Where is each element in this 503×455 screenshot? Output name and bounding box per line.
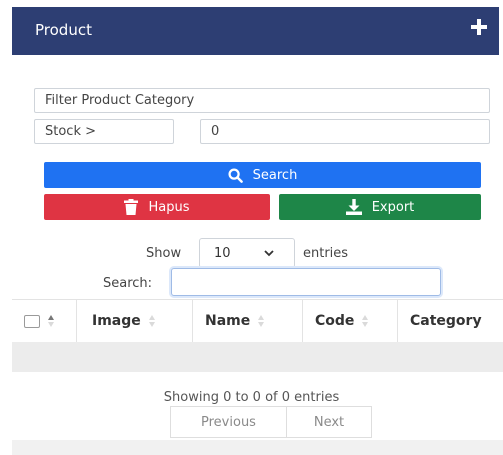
column-label: Image <box>92 313 141 329</box>
stock-value: 0 <box>211 124 220 139</box>
column-header-category[interactable]: Category <box>410 300 482 342</box>
sort-icon <box>362 315 369 327</box>
table-info: Showing 0 to 0 of 0 entries <box>163 390 340 405</box>
column-header-image[interactable]: Image <box>92 300 155 342</box>
hapus-button-label: Hapus <box>148 199 190 215</box>
filter-category-select[interactable]: Filter Product Category <box>34 88 490 113</box>
trash-icon <box>124 199 139 215</box>
product-header: Product <box>12 7 499 55</box>
sort-icon <box>148 315 155 327</box>
column-label: Name <box>205 313 251 329</box>
column-label: Code <box>315 313 355 329</box>
column-divider <box>76 300 77 342</box>
entries-label: entries <box>303 246 349 261</box>
column-label: Category <box>410 313 482 329</box>
column-divider <box>397 300 398 342</box>
search-label: Search: <box>103 276 153 291</box>
filter-category-value: Filter Product Category <box>45 93 195 108</box>
plus-icon[interactable] <box>469 17 489 37</box>
export-button-label: Export <box>371 199 415 215</box>
export-button[interactable]: Export <box>279 194 481 220</box>
column-divider <box>192 300 193 342</box>
table-header: Image Name Code Category <box>12 299 503 343</box>
chevron-down-icon <box>264 250 274 257</box>
sort-icon <box>48 315 54 327</box>
search-button-label: Search <box>252 167 298 183</box>
download-icon <box>345 199 362 215</box>
entries-selected-value: 10 <box>214 245 231 261</box>
select-all-checkbox[interactable] <box>24 314 40 328</box>
footer <box>12 440 503 455</box>
stock-label: Stock > <box>45 124 97 139</box>
column-header-code[interactable]: Code <box>315 300 369 342</box>
hapus-button[interactable]: Hapus <box>44 194 270 220</box>
sort-icon <box>258 315 265 327</box>
next-button[interactable]: Next <box>286 406 372 438</box>
column-header-name[interactable]: Name <box>205 300 265 342</box>
search-icon <box>228 167 243 183</box>
search-button[interactable]: Search <box>44 162 481 188</box>
show-label: Show <box>146 246 182 261</box>
stock-value-input[interactable]: 0 <box>200 119 490 144</box>
column-divider <box>302 300 303 342</box>
page-title: Product <box>35 21 92 39</box>
table-row <box>12 342 503 372</box>
stock-operator-field[interactable]: Stock > <box>34 119 174 144</box>
entries-select[interactable]: 10 <box>199 238 295 268</box>
search-input[interactable] <box>171 268 441 296</box>
previous-button[interactable]: Previous <box>170 406 287 438</box>
select-all-header[interactable] <box>24 300 54 342</box>
